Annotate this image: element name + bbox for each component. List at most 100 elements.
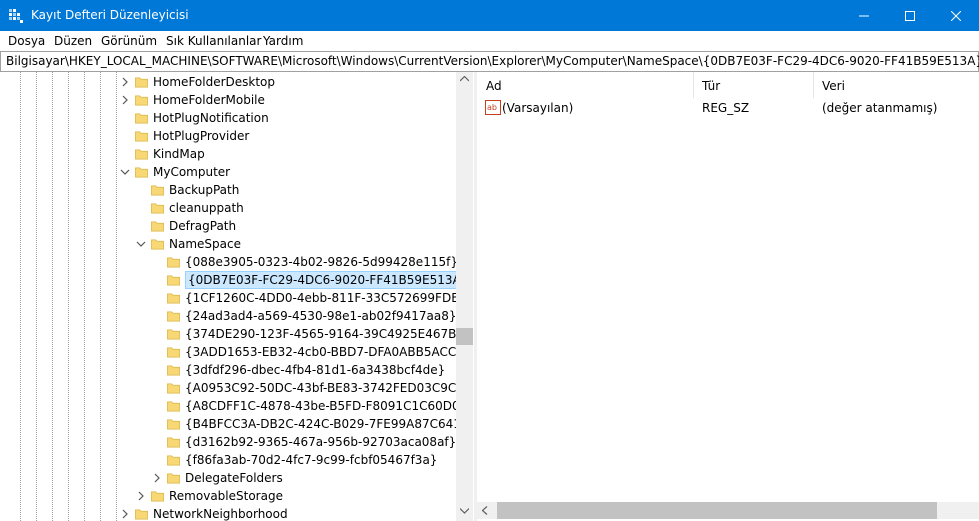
tree-node[interactable]: {374DE290-123F-4565-9164-39C4925E467B} — [150, 325, 456, 343]
tree-node[interactable]: {A8CDFF1C-4878-43be-B5FD-F8091C1C60D0} — [150, 397, 456, 415]
svg-text:ab: ab — [487, 103, 497, 112]
registry-editor-window: Kayıt Defteri Düzenleyicisi Dosya Düzen … — [0, 0, 979, 521]
minimize-button[interactable] — [841, 0, 887, 31]
window-title: Kayıt Defteri Düzenleyicisi — [31, 8, 189, 22]
tree-node[interactable]: DelegateFolders — [150, 469, 456, 487]
tree-node[interactable]: {3dfdf296-dbec-4fb4-81d1-6a3438bcf4de} — [150, 361, 456, 379]
scroll-left-icon[interactable] — [482, 506, 488, 515]
title-bar[interactable]: Kayıt Defteri Düzenleyicisi — [0, 0, 979, 31]
tree-node-label: KindMap — [153, 147, 205, 161]
tree-node[interactable]: {B4BFCC3A-DB2C-424C-B029-7FE99A87C641} — [150, 415, 456, 433]
tree-node[interactable]: {1CF1260C-4DD0-4ebb-811F-33C572699FDE} — [150, 289, 456, 307]
tree-node-label: {0DB7E03F-FC29-4DC6-9020-FF41B59E513A} — [185, 271, 456, 289]
tree-node[interactable]: HomeFolderMobile — [118, 91, 456, 109]
menu-edit[interactable]: Düzen — [54, 34, 92, 48]
close-icon — [951, 10, 961, 21]
tree-guide-line — [68, 72, 69, 521]
address-path: Bilgisayar\HKEY_LOCAL_MACHINE\SOFTWARE\M… — [6, 54, 979, 68]
folder-icon — [135, 509, 148, 520]
tree-node-label: BackupPath — [169, 183, 240, 197]
tree-node-label: {3dfdf296-dbec-4fb4-81d1-6a3438bcf4de} — [185, 363, 446, 377]
tree-vertical-scrollbar[interactable] — [456, 72, 473, 521]
tree-node-label: HotPlugNotification — [153, 111, 269, 125]
tree-node[interactable]: {3ADD1653-EB32-4cb0-BBD7-DFA0ABB5ACCA} — [150, 343, 456, 361]
tree-node[interactable]: NameSpace — [134, 235, 456, 253]
tree-node-label: NameSpace — [169, 237, 241, 251]
maximize-button[interactable] — [887, 0, 933, 31]
tree-guide-line — [116, 72, 117, 521]
chevron-right-icon[interactable] — [120, 508, 130, 520]
registry-tree[interactable]: HomeFolderDesktop HomeFolderMobile HotPlug… — [0, 72, 474, 521]
column-header-type[interactable]: Tür — [693, 72, 814, 98]
tree-node[interactable]: DefragPath — [134, 217, 456, 235]
tree-node[interactable]: HotPlugNotification — [118, 109, 456, 127]
tree-node[interactable]: KindMap — [118, 145, 456, 163]
value-row[interactable]: ab (Varsayılan) REG_SZ (değer atanmamış) — [477, 98, 977, 117]
column-header-name[interactable]: Ad — [477, 72, 694, 98]
tree-node-label: {f86fa3ab-70d2-4fc7-9c99-fcbf05467f3a} — [185, 453, 438, 467]
tree-node-label: cleanuppath — [169, 201, 244, 215]
menu-bar: Dosya Düzen Görünüm Sık Kullanılanlar Ya… — [0, 31, 979, 51]
tree-node[interactable]: HotPlugProvider — [118, 127, 456, 145]
chevron-down-icon[interactable] — [136, 238, 146, 250]
tree-node-label: {374DE290-123F-4565-9164-39C4925E467B} — [185, 327, 456, 341]
column-header-data[interactable]: Veri — [813, 72, 978, 98]
tree-node[interactable]: NetworkNeighborhood — [118, 505, 456, 521]
close-button[interactable] — [933, 0, 979, 31]
scroll-down-icon[interactable] — [460, 508, 469, 514]
folder-icon — [167, 347, 180, 358]
folder-icon — [167, 365, 180, 376]
folder-icon — [167, 257, 180, 268]
tree-node-label: {088e3905-0323-4b02-9826-5d99428e115f} — [185, 255, 456, 269]
tree-node[interactable]: HomeFolderDesktop — [118, 73, 456, 91]
tree-scroll-thumb[interactable] — [456, 328, 473, 345]
list-scroll-thumb[interactable] — [497, 502, 937, 519]
chevron-right-icon[interactable] — [136, 490, 146, 502]
chevron-right-icon[interactable] — [120, 76, 130, 88]
menu-help[interactable]: Yardım — [263, 34, 303, 48]
tree-node[interactable]: BackupPath — [134, 181, 456, 199]
tree-viewport: HomeFolderDesktop HomeFolderMobile HotPlug… — [0, 72, 456, 521]
folder-icon — [135, 149, 148, 160]
menu-view[interactable]: Görünüm — [101, 34, 157, 48]
folder-icon — [167, 329, 180, 340]
menu-favorites[interactable]: Sık Kullanılanlar — [166, 34, 261, 48]
tree-node[interactable]: {088e3905-0323-4b02-9826-5d99428e115f} — [150, 253, 456, 271]
chevron-right-icon[interactable] — [120, 94, 130, 106]
tree-node[interactable]: cleanuppath — [134, 199, 456, 217]
maximize-icon — [905, 10, 915, 21]
tree-node-label: {1CF1260C-4DD0-4ebb-811F-33C572699FDE} — [185, 291, 456, 305]
value-data: (değer atanmamış) — [822, 101, 938, 115]
tree-node-label: HomeFolderDesktop — [153, 75, 276, 89]
folder-icon — [151, 203, 164, 214]
menu-file[interactable]: Dosya — [8, 34, 45, 48]
folder-icon — [135, 77, 148, 88]
folder-icon — [151, 221, 164, 232]
list-horizontal-scrollbar[interactable] — [477, 502, 979, 519]
tree-node-label: DelegateFolders — [185, 471, 283, 485]
folder-icon — [135, 113, 148, 124]
tree-node[interactable]: {0DB7E03F-FC29-4DC6-9020-FF41B59E513A} — [150, 271, 456, 289]
address-bar[interactable]: Bilgisayar\HKEY_LOCAL_MACHINE\SOFTWARE\M… — [0, 51, 979, 72]
tree-node[interactable]: {f86fa3ab-70d2-4fc7-9c99-fcbf05467f3a} — [150, 451, 456, 469]
folder-icon — [167, 437, 180, 448]
folder-icon — [135, 167, 148, 178]
chevron-down-icon[interactable] — [120, 166, 130, 178]
values-list[interactable]: Ad Tür Veri ab (Varsayılan) REG_SZ (değe… — [477, 72, 979, 521]
folder-icon — [167, 401, 180, 412]
tree-node[interactable]: {A0953C92-50DC-43bf-BE83-3742FED03C9C} — [150, 379, 456, 397]
tree-node-label: {A8CDFF1C-4878-43be-B5FD-F8091C1C60D0} — [185, 399, 456, 413]
tree-node-label: HotPlugProvider — [153, 129, 250, 143]
value-type: REG_SZ — [702, 101, 750, 115]
folder-icon — [167, 383, 180, 394]
scroll-up-icon[interactable] — [460, 76, 469, 82]
folder-icon — [167, 455, 180, 466]
tree-node[interactable]: {d3162b92-9365-467a-956b-92703aca08af} — [150, 433, 456, 451]
folder-icon — [151, 239, 164, 250]
folder-icon — [167, 293, 180, 304]
tree-node[interactable]: RemovableStorage — [134, 487, 456, 505]
tree-node[interactable]: MyComputer — [118, 163, 456, 181]
chevron-right-icon[interactable] — [152, 472, 162, 484]
tree-node[interactable]: {24ad3ad4-a569-4530-98e1-ab02f9417aa8} — [150, 307, 456, 325]
tree-node-label: {24ad3ad4-a569-4530-98e1-ab02f9417aa8} — [185, 309, 456, 323]
